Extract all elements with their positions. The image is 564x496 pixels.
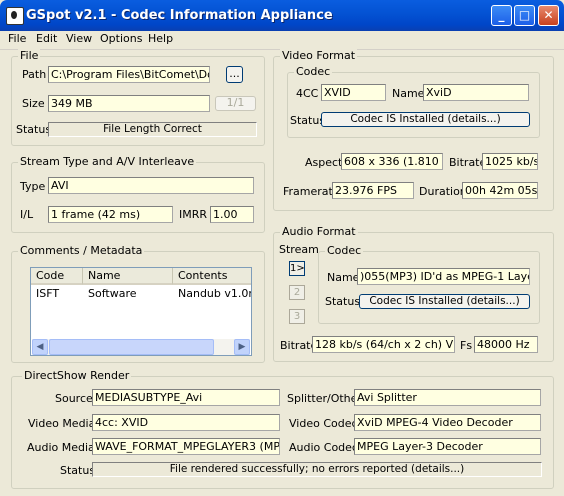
- audio-stream-label: Stream: [279, 243, 319, 256]
- column-header-contents[interactable]: Contents: [173, 268, 251, 285]
- size-label: Size: [22, 97, 45, 110]
- minimize-button[interactable]: _: [491, 5, 512, 26]
- splitter-field: Avi Splitter: [354, 389, 541, 406]
- il-field: 1 frame (42 ms): [48, 206, 173, 223]
- column-header-name[interactable]: Name: [83, 268, 173, 285]
- audio-codec-details-button[interactable]: Codec IS Installed (details...): [359, 294, 530, 309]
- audio-stream-3-button[interactable]: 3: [289, 309, 305, 324]
- video-status-label: Status: [290, 114, 326, 127]
- source-label: Source: [55, 392, 93, 405]
- file-status-field: File Length Correct: [48, 122, 257, 137]
- browse-button[interactable]: ...: [226, 66, 243, 83]
- close-icon: ✕: [543, 8, 554, 22]
- splitter-label: Splitter/Other: [287, 392, 362, 405]
- video-codec-group: [287, 72, 540, 138]
- fs-label: Fs: [460, 339, 473, 352]
- imrr-label: IMRR: [179, 208, 208, 221]
- comments-legend: Comments / Metadata: [18, 244, 145, 257]
- audio-stream-2-button[interactable]: 2: [289, 285, 305, 300]
- video-codec-label: Video Codec: [289, 417, 358, 430]
- app-icon: [6, 7, 24, 25]
- scroll-left-icon[interactable]: ◀: [32, 339, 48, 355]
- video-media-field: 4cc: XVID: [92, 414, 280, 431]
- video-codec-field: XviD MPEG-4 Video Decoder: [354, 414, 541, 431]
- scroll-thumb[interactable]: [49, 339, 214, 355]
- path-label: Path: [22, 68, 47, 81]
- source-field: MEDIASUBTYPE_Avi: [92, 389, 280, 406]
- fs-field: 48000 Hz: [474, 336, 538, 353]
- file-status-label: Status: [16, 123, 52, 136]
- audio-media-field: WAVE_FORMAT_MPEGLAYER3 (MP: [92, 438, 280, 455]
- video-media-label: Video Media: [28, 417, 96, 430]
- type-field: AVI: [48, 177, 254, 194]
- row-code[interactable]: ISFT: [36, 287, 59, 300]
- video-name-label: Name: [392, 87, 425, 100]
- directshow-legend: DirectShow Render: [22, 369, 132, 382]
- aspect-label: Aspect: [305, 156, 343, 169]
- window-title: GSpot v2.1 - Codec Information Appliance: [26, 8, 333, 23]
- row-contents[interactable]: Nandub v1.0rc2: [178, 287, 251, 300]
- video-name-field: XviD: [423, 84, 529, 101]
- render-status-button[interactable]: File rendered successfully; no errors re…: [92, 462, 542, 477]
- menu-options[interactable]: Options: [95, 31, 147, 49]
- type-label: Type: [20, 180, 46, 193]
- path-field[interactable]: C:\Program Files\BitComet\Dowr: [48, 66, 210, 83]
- fourcc-label: 4CC: [296, 87, 319, 100]
- stream-legend: Stream Type and A/V Interleave: [18, 155, 197, 168]
- audio-codec-label: Audio Codec: [289, 441, 358, 454]
- menu-edit[interactable]: Edit: [31, 31, 62, 49]
- column-header-code[interactable]: Code: [31, 268, 83, 285]
- audio-format-legend: Audio Format: [280, 225, 358, 238]
- duration-field: 00h 42m 05s: [462, 182, 538, 199]
- close-button[interactable]: ✕: [538, 5, 559, 26]
- menu-help[interactable]: Help: [143, 31, 178, 49]
- aspect-field: 608 x 336 (1.810 : 1: [341, 153, 443, 170]
- audio-stream-1-button[interactable]: 1>: [289, 261, 305, 276]
- scroll-right-icon[interactable]: ▶: [234, 339, 250, 355]
- video-codec-details-button[interactable]: Codec IS Installed (details...): [321, 112, 530, 127]
- menu-bar: File Edit View Options Help: [0, 31, 564, 50]
- file-legend: File: [18, 49, 41, 62]
- il-label: I/L: [20, 208, 34, 221]
- size-field: 349 MB: [48, 95, 210, 112]
- audio-codec-field: MPEG Layer-3 Decoder: [354, 438, 541, 455]
- audio-name-label: Name: [327, 271, 360, 284]
- audio-bitrate-field: 128 kb/s (64/ch x 2 ch) VBR: [312, 336, 455, 353]
- framerate-field: 23.976 FPS: [332, 182, 414, 199]
- metadata-list[interactable]: Code Name Contents ISFT Software Nandub …: [30, 267, 252, 356]
- audio-codec-group: [318, 251, 540, 324]
- audio-status-label: Status: [325, 295, 361, 308]
- maximize-button[interactable]: □: [514, 5, 535, 26]
- video-format-legend: Video Format: [280, 49, 358, 62]
- video-codec-legend: Codec: [294, 65, 333, 78]
- video-bitrate-field: 1025 kb/s: [482, 153, 538, 170]
- fourcc-field: XVID: [321, 84, 386, 101]
- audio-codec-legend: Codec: [325, 244, 364, 257]
- render-status-label: Status: [60, 464, 96, 477]
- page-indicator-button[interactable]: 1/1: [215, 96, 256, 111]
- horizontal-scrollbar[interactable]: ◀ ▶: [32, 339, 250, 355]
- menu-file[interactable]: File: [3, 31, 31, 49]
- video-bitrate-label: Bitrate: [449, 156, 487, 169]
- menu-view[interactable]: View: [61, 31, 97, 49]
- imrr-field: 1.00: [210, 206, 254, 223]
- row-name[interactable]: Software: [88, 287, 137, 300]
- title-bar[interactable]: GSpot v2.1 - Codec Information Appliance…: [0, 0, 564, 31]
- duration-label: Duration: [419, 185, 467, 198]
- audio-media-label: Audio Media: [27, 441, 95, 454]
- maximize-icon: □: [518, 8, 531, 22]
- audio-name-field: )055(MP3) ID'd as MPEG-1 Layer 3: [357, 268, 530, 285]
- minimize-icon: _: [498, 8, 505, 22]
